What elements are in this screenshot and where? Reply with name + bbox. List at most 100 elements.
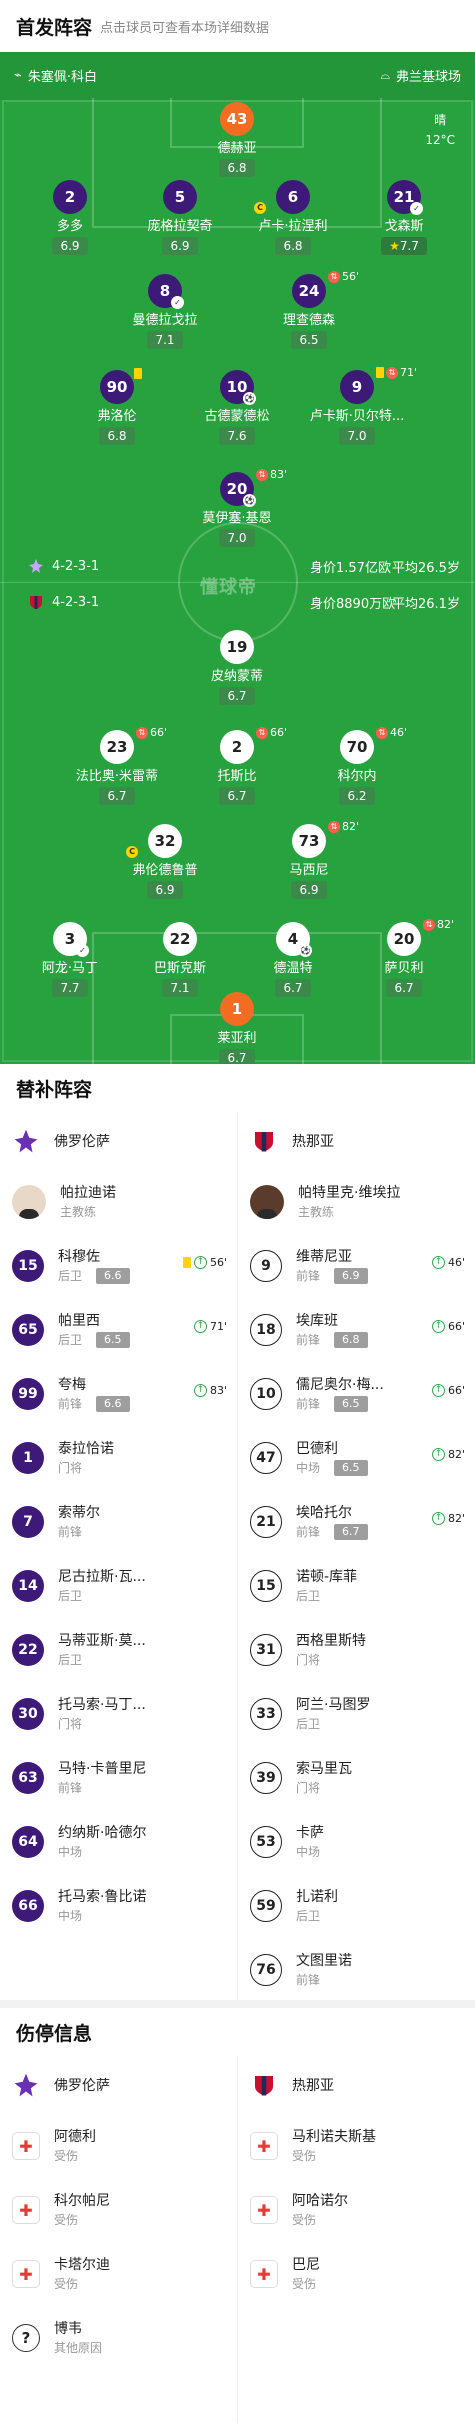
sub-in-minute: 56' (209, 1256, 227, 1269)
pitch-player[interactable]: 5 庞格拉契奇 6.9 (125, 180, 235, 255)
player-name: 卢卡·拉涅利 (258, 219, 328, 234)
injury-medkit-icon: ✚ (250, 2260, 278, 2288)
pitch-player[interactable]: 23 ⇅ 66' 法比奥·米雷蒂 6.7 (62, 726, 172, 805)
pitch-player[interactable]: 2 多多 6.9 (15, 180, 125, 255)
home-team-row: 佛罗伦萨 (0, 1112, 237, 1170)
home-formation-row: 4-2-3-1 身价1.57亿欧 平均26.5岁 (28, 554, 461, 578)
player-position-line: 门将 (58, 1459, 188, 1477)
pitch-player[interactable]: 4 ⚽ 德温特 6.7 (238, 922, 348, 997)
pitch-player[interactable]: 2 ⇅ 66' 托斯比 6.7 (182, 726, 292, 805)
player-rating: 6.6 (96, 1268, 130, 1284)
sub-in-icon: ↑ (193, 1256, 207, 1269)
player-info: 西格里斯特 门将 (296, 1631, 426, 1669)
player-name: 诺顿-库菲 (296, 1569, 358, 1585)
away-injury-column: 热那亚 ✚ 马利诺夫斯基 受伤 ✚ 阿哈诺尔 受伤 ✚ 巴尼 受伤 (238, 2056, 475, 2306)
player-number: 14 (12, 1570, 44, 1602)
pitch-player[interactable]: 9 ⇅ 71' 卢卡斯·贝尔特... 7.0 (302, 366, 417, 445)
pitch-player[interactable]: 90 弗洛伦 6.8 (62, 368, 172, 445)
sub-player-row[interactable]: 66 托马索·鲁比诺 中场 (0, 1874, 237, 1938)
pitch-player[interactable]: 22 巴斯克斯 7.1 (125, 922, 235, 997)
injury-info: 阿德利 受伤 (54, 2127, 184, 2165)
player-position-line: 后卫 (296, 1715, 426, 1733)
sub-player-row[interactable]: 76 文图里诺 前锋 (238, 1938, 475, 2002)
injury-row[interactable]: ✚ 科尔帕尼 受伤 (0, 2178, 237, 2242)
away-subs-column: 热那亚 帕特里克·维埃拉 主教练 9 维蒂尼亚 前锋 6.9 ↑ 46' 18 埃库班 前锋 6.8… (238, 1112, 475, 2002)
sub-player-row[interactable]: 53 卡萨 中场 (238, 1810, 475, 1874)
injury-row[interactable]: ✚ 马利诺夫斯基 受伤 (238, 2114, 475, 2178)
player-rating: 6.9 (334, 1268, 368, 1284)
player-name: 皮纳蒙蒂 (210, 669, 263, 684)
injury-info: 阿哈诺尔 受伤 (292, 2191, 422, 2229)
sub-out-icon: ⇅ (328, 270, 340, 283)
pitch-player[interactable]: 20 ⚽ ⇅ 83' 莫伊塞·基恩 7.0 (182, 468, 292, 547)
pitch-player[interactable]: 8 ✓ 曼德拉戈拉 7.1 (110, 274, 220, 349)
injury-row[interactable]: ✚ 阿德利 受伤 (0, 2114, 237, 2178)
sub-player-row[interactable]: 15 诺顿-库菲 后卫 (238, 1554, 475, 1618)
away-coach-row[interactable]: 帕特里克·维埃拉 主教练 (238, 1170, 475, 1234)
sub-player-row[interactable]: 64 约纳斯·哈德尔 中场 (0, 1810, 237, 1874)
pitch-player[interactable]: 1 莱亚利 6.7 (182, 992, 292, 1064)
pitch-player[interactable]: 19 皮纳蒙蒂 6.7 (182, 630, 292, 705)
lineup-header: 首发阵容 点击球员可查看本场详细数据 (0, 0, 475, 52)
player-info: 儒尼奥尔·梅... 前锋 6.5 (296, 1375, 426, 1413)
sub-player-row[interactable]: 21 埃哈托尔 前锋 6.7 ↑ 82' (238, 1490, 475, 1554)
player-number: 59 (250, 1890, 282, 1922)
lineup-subtitle: 点击球员可查看本场详细数据 (100, 20, 270, 36)
injury-medkit-icon: ✚ (12, 2196, 40, 2224)
player-number: 63 (12, 1762, 44, 1794)
player-number: 65 (12, 1314, 44, 1346)
sub-player-row[interactable]: 9 维蒂尼亚 前锋 6.9 ↑ 46' (238, 1234, 475, 1298)
player-rating: 6.5 (334, 1460, 368, 1476)
player-rating: 7.0 (219, 529, 255, 547)
sub-player-row[interactable]: 33 阿兰·马图罗 后卫 (238, 1682, 475, 1746)
sub-player-row[interactable]: 30 托马索·马丁... 门将 (0, 1682, 237, 1746)
player-name: 卡萨 (296, 1825, 324, 1841)
sub-player-row[interactable]: 1 泰拉恰诺 门将 (0, 1426, 237, 1490)
pitch-player[interactable]: 24 ⇅ 56' 理查德森 6.5 (254, 270, 364, 349)
injury-row[interactable]: ✚ 卡塔尔迪 受伤 (0, 2242, 237, 2306)
sub-player-row[interactable]: 15 科穆佐 后卫 6.6 ↑ 56' (0, 1234, 237, 1298)
player-name: 帕里西 (58, 1313, 100, 1329)
player-position-line: 中场 (58, 1907, 188, 1925)
sub-player-row[interactable]: 47 巴德利 中场 6.5 ↑ 82' (238, 1426, 475, 1490)
sub-player-row[interactable]: 14 尼古拉斯·瓦... 后卫 (0, 1554, 237, 1618)
sub-player-row[interactable]: 10 儒尼奥尔·梅... 前锋 6.5 ↑ 66' (238, 1362, 475, 1426)
sub-player-row[interactable]: 59 扎诺利 后卫 (238, 1874, 475, 1938)
stadium-icon: ⌓ (380, 68, 390, 82)
player-name: 曼德拉戈拉 (132, 313, 198, 328)
pitch-player[interactable]: 70 ⇅ 46' 科尔内 6.2 (302, 726, 412, 805)
pitch-player[interactable]: 21 ✓ 戈森斯 ★7.7 (349, 180, 459, 255)
player-position-line: 前锋 (296, 1971, 426, 1989)
sub-player-row[interactable]: 65 帕里西 后卫 6.5 ↑ 71' (0, 1298, 237, 1362)
sub-player-row[interactable]: 39 索马里瓦 门将 (238, 1746, 475, 1810)
injury-row[interactable]: ✚ 阿哈诺尔 受伤 (238, 2178, 475, 2242)
pitch-player[interactable]: 43 德赫亚 6.8 (182, 102, 292, 177)
injury-row[interactable]: ? 博韦 其他原因 (0, 2306, 237, 2370)
sub-out-icon: ⇅ (256, 726, 268, 739)
pitch-player[interactable]: 73 ⇅ 82' 马西尼 6.9 (254, 820, 364, 899)
injury-info: 科尔帕尼 受伤 (54, 2191, 184, 2229)
sub-player-row[interactable]: 18 埃库班 前锋 6.8 ↑ 66' (238, 1298, 475, 1362)
player-info: 埃库班 前锋 6.8 (296, 1311, 426, 1349)
sub-in-icon: ↑ (431, 1384, 445, 1397)
sub-player-row[interactable]: 22 马蒂亚斯·莫... 后卫 (0, 1618, 237, 1682)
pitch-player[interactable]: 6 C 卢卡·拉涅利 6.8 (238, 180, 348, 255)
stadium-label: ⌓ 弗兰基球场 (380, 68, 461, 85)
pitch-player[interactable]: 20 ⇅ 82' 萨贝利 6.7 (349, 918, 459, 997)
player-position: 后卫 (58, 1269, 83, 1283)
subs-title: 替补阵容 (16, 1078, 93, 1101)
sub-player-row[interactable]: 31 西格里斯特 门将 (238, 1618, 475, 1682)
pitch-player[interactable]: 3 ✓ 阿龙·马丁 7.7 (15, 922, 125, 997)
player-rating: 6.9 (162, 237, 198, 255)
sub-player-row[interactable]: 63 马特·卡普里尼 前锋 (0, 1746, 237, 1810)
sub-player-row[interactable]: 99 夸梅 前锋 6.6 ↑ 83' (0, 1362, 237, 1426)
pitch-player[interactable]: 10 ⚽ 古德蒙德松 7.6 (182, 370, 292, 445)
injury-row[interactable]: ✚ 巴尼 受伤 (238, 2242, 475, 2306)
player-number: 70 (340, 730, 374, 764)
player-name: 科尔内 (337, 769, 377, 784)
sub-player-row[interactable]: 7 索蒂尔 前锋 (0, 1490, 237, 1554)
pitch-player[interactable]: 32 C 弗伦德鲁普 6.9 (110, 824, 220, 899)
home-coach-row[interactable]: 帕拉迪诺 主教练 (0, 1170, 237, 1234)
player-info: 约纳斯·哈德尔 中场 (58, 1823, 188, 1861)
player-info: 尼古拉斯·瓦... 后卫 (58, 1567, 188, 1605)
